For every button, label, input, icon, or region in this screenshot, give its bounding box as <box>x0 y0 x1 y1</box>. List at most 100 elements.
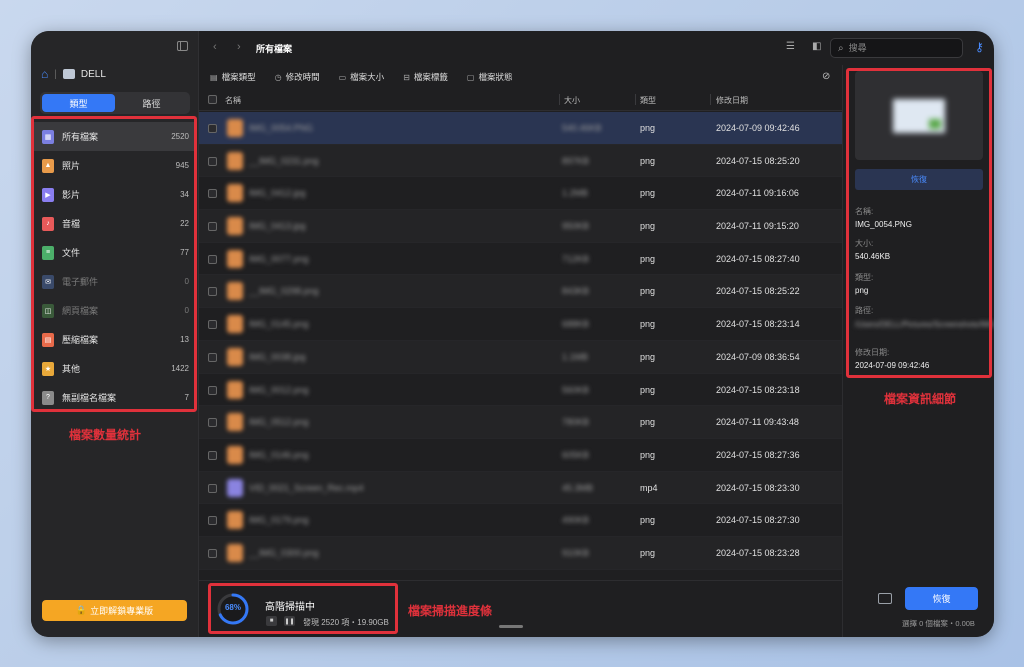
annotation-box-categories <box>31 116 197 412</box>
file-name: IMG_0038.jpg <box>249 351 306 362</box>
file-thumbnail-icon <box>227 119 243 137</box>
table-row[interactable]: IMG_0038.jpg 1.1MB png 2024-07-09 08:36:54 <box>199 340 842 374</box>
file-thumbnail-icon <box>227 249 243 268</box>
row-checkbox[interactable] <box>208 156 217 166</box>
clear-filter-icon[interactable]: ⊘ <box>822 71 830 82</box>
table-row[interactable]: IMG_0012.png 560KB png 2024-07-15 08:23:18 <box>199 374 842 407</box>
row-checkbox[interactable] <box>208 222 217 232</box>
search-box[interactable]: ⌕ <box>830 38 963 58</box>
column-type[interactable]: 類型 <box>640 95 656 106</box>
file-date: 2024-07-15 08:25:22 <box>716 286 800 297</box>
file-size: 540.46KB <box>562 123 602 133</box>
file-type: png <box>640 515 656 526</box>
file-type: png <box>640 253 656 264</box>
row-checkbox[interactable] <box>208 287 217 297</box>
column-divider[interactable] <box>559 94 560 105</box>
file-size: 950KB <box>562 221 590 232</box>
select-all-checkbox[interactable] <box>208 95 217 104</box>
resize-handle[interactable] <box>499 625 523 628</box>
file-date: 2024-07-11 09:15:20 <box>716 221 799 232</box>
row-checkbox[interactable] <box>208 254 217 264</box>
file-type: png <box>640 449 656 460</box>
filter-file-size[interactable]: ▭ 檔案大小 <box>339 71 385 83</box>
sidebar-toggle-icon[interactable] <box>177 41 188 51</box>
forward-arrow-icon[interactable]: › <box>237 41 241 53</box>
filter-modified-time[interactable]: ◷ 修改時間 <box>275 71 320 83</box>
row-checkbox[interactable] <box>208 483 217 493</box>
column-divider[interactable] <box>635 94 636 105</box>
row-checkbox[interactable] <box>208 516 217 526</box>
annotation-categories: 檔案數量統計 <box>69 428 142 442</box>
file-name: __IMG_0300.png <box>249 547 319 558</box>
file-type: png <box>640 417 656 428</box>
file-type: png <box>640 384 656 395</box>
table-row[interactable]: IMG_0512.png 780KB png 2024-07-11 09:43:48 <box>199 406 842 439</box>
list-view-icon[interactable]: ☰ <box>786 42 797 52</box>
file-date: 2024-07-11 09:16:06 <box>716 188 799 199</box>
panel-toggle-icon[interactable]: ◧ <box>812 42 823 52</box>
row-checkbox[interactable] <box>208 548 217 558</box>
key-icon[interactable]: ⚷ <box>975 40 984 54</box>
table-row[interactable]: IMG_0413.jpg 950KB png 2024-07-11 09:15:20 <box>199 210 842 243</box>
table-row[interactable]: IMG_0146.png 605KB png 2024-07-15 08:27:36 <box>199 439 842 472</box>
file-size: 688KB <box>562 319 590 330</box>
table-row[interactable]: IMG_0145.png 688KB png 2024-07-15 08:23:14 <box>199 308 842 341</box>
row-checkbox[interactable] <box>208 189 217 199</box>
file-date: 2024-07-09 09:42:46 <box>716 123 800 133</box>
column-size[interactable]: 大小 <box>564 95 580 106</box>
home-icon[interactable]: ⌂ <box>41 67 48 81</box>
annotation-box-details <box>846 68 992 378</box>
file-name: IMG_0146.png <box>249 449 309 460</box>
filter-label: 檔案類型 <box>221 72 256 82</box>
file-thumbnail-icon <box>227 217 243 236</box>
file-name: IMG_0012.png <box>249 384 309 395</box>
restore-button[interactable]: 恢復 <box>905 587 978 610</box>
filter-file-status[interactable]: ▢ 檔案狀態 <box>467 71 513 83</box>
separator: | <box>54 68 57 80</box>
column-divider[interactable] <box>710 94 711 105</box>
table-row[interactable]: __IMG_0298.png 843KB png 2024-07-15 08:25:2… <box>199 275 842 309</box>
filter-file-type[interactable]: ▤ 檔案類型 <box>210 71 256 83</box>
tab-type[interactable]: 類型 <box>42 94 115 112</box>
filter-label: 修改時間 <box>285 72 320 82</box>
table-row[interactable]: IMG_0412.jpg 1.2MB png 2024-07-11 09:16:06 <box>199 177 842 211</box>
table-row[interactable]: __IMG_0231.png 897KB png 2024-07-15 08:25:2… <box>199 144 842 178</box>
row-checkbox[interactable] <box>208 124 217 133</box>
filter-label: 檔案標籤 <box>413 72 448 82</box>
back-arrow-icon[interactable]: ‹ <box>213 41 217 53</box>
table-row[interactable]: __IMG_0300.png 910KB png 2024-07-15 08:23:2… <box>199 536 842 570</box>
file-date: 2024-07-11 09:43:48 <box>716 417 799 428</box>
file-size: 780KB <box>562 417 590 428</box>
unlock-pro-label: 立即解鎖專業版 <box>90 606 154 616</box>
row-checkbox[interactable] <box>208 450 217 460</box>
tab-path[interactable]: 路徑 <box>115 94 188 112</box>
file-type: png <box>640 188 656 199</box>
file-size: 712KB <box>562 253 590 264</box>
main-area: ‹ › 所有檔案 ☰ ◧ ⌗ ⌕ ⚷ ▤檔案類型◷修改時間▭檔案大小⊟檔案標籤▢… <box>199 31 984 637</box>
table-row[interactable]: IMG_0179.png 490KB png 2024-07-15 08:27:30 <box>199 504 842 537</box>
column-date[interactable]: 修改日期 <box>716 95 748 106</box>
row-checkbox[interactable] <box>208 352 217 362</box>
file-size: 605KB <box>562 449 590 460</box>
row-checkbox[interactable] <box>208 320 217 330</box>
filter-icon: ⊟ <box>403 72 410 82</box>
file-thumbnail-icon <box>227 282 243 301</box>
file-name: IMG_0179.png <box>249 515 309 526</box>
folder-icon[interactable] <box>878 593 892 604</box>
table-row[interactable]: IMG_0054.PNG 540.46KB png 2024-07-09 09:42:… <box>199 112 842 145</box>
search-icon: ⌕ <box>838 42 844 54</box>
file-thumbnail-icon <box>227 413 243 432</box>
row-checkbox[interactable] <box>208 418 217 428</box>
file-thumbnail-icon <box>227 478 243 497</box>
column-name[interactable]: 名稱 <box>225 95 241 106</box>
file-type: png <box>640 351 656 362</box>
file-thumbnail-icon <box>227 151 243 170</box>
file-type: png <box>640 123 656 133</box>
table-row[interactable]: VID_0021_Screen_Rec.mp4 45.3MB mp4 2024-07-… <box>199 471 842 505</box>
filter-file-tag[interactable]: ⊟ 檔案標籤 <box>403 71 448 83</box>
row-checkbox[interactable] <box>208 385 217 395</box>
search-input[interactable] <box>848 43 949 53</box>
table-row[interactable]: IMG_0077.png 712KB png 2024-07-15 08:27:40 <box>199 243 842 276</box>
unlock-pro-button[interactable]: 🔒 立即解鎖專業版 <box>42 600 187 621</box>
file-thumbnail-icon <box>227 184 243 203</box>
